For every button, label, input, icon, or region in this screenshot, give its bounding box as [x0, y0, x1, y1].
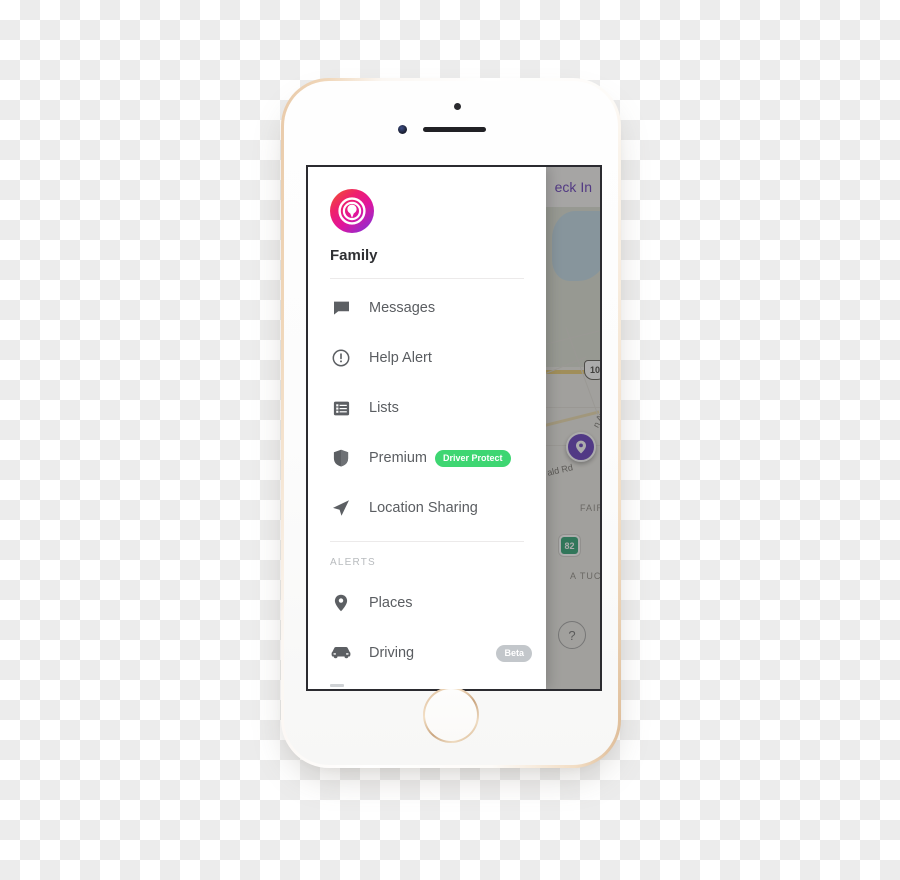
menu-item-driving[interactable]: Driving Beta [308, 628, 546, 678]
proximity-sensor-icon [398, 125, 407, 134]
driver-protect-badge: Driver Protect [435, 449, 511, 467]
front-camera-icon [454, 103, 461, 110]
shield-icon [330, 449, 352, 467]
map-water-area [552, 211, 600, 281]
exclamation-circle-icon [330, 349, 352, 367]
drawer-header: Family [308, 167, 546, 279]
menu-item-label: Driving [369, 645, 415, 661]
menu-item-premium[interactable]: Premium Driver Protect [308, 433, 546, 483]
map-pin-icon [330, 594, 352, 612]
menu-item-label: Places [369, 595, 413, 611]
alerts-menu-list: Places Driving Beta [308, 574, 546, 678]
car-icon [330, 646, 352, 660]
check-in-button[interactable]: eck In [555, 179, 592, 195]
navigation-arrow-icon [330, 499, 352, 517]
map-street-label: ald Rd [546, 462, 574, 478]
menu-item-partial-next [330, 684, 344, 687]
menu-item-label: Premium [369, 450, 428, 466]
menu-item-label: Help Alert [369, 350, 432, 366]
state-route-shield-icon: 82 [559, 535, 580, 556]
map-area-label: A TUC [570, 571, 600, 581]
menu-item-location-sharing[interactable]: Location Sharing [308, 483, 546, 533]
phone-screen: eck In 10 n Ave ald Rd FAI 82 A TUC ? Fa… [306, 165, 602, 691]
menu-item-label: Messages [369, 300, 436, 316]
family-name-label: Family [330, 247, 378, 264]
menu-item-help-alert[interactable]: Help Alert [308, 333, 546, 383]
beta-badge: Beta [496, 644, 532, 662]
phone-mockup: eck In 10 n Ave ald Rd FAI 82 A TUC ? Fa… [281, 78, 621, 768]
us-route-shield-icon: 10 [584, 360, 600, 380]
list-icon [330, 400, 352, 417]
navigation-drawer: Family Messages Help Alert Lists Premium… [308, 167, 546, 689]
phone-outer-frame: eck In 10 n Ave ald Rd FAI 82 A TUC ? Fa… [281, 78, 621, 768]
earpiece-speaker [423, 127, 486, 132]
map-area-label: FAIR [580, 503, 600, 513]
alerts-section-title: ALERTS [330, 557, 376, 568]
life360-logo-icon [330, 189, 374, 233]
location-marker-icon[interactable] [566, 432, 596, 462]
chat-bubble-icon [330, 300, 352, 317]
help-button[interactable]: ? [558, 621, 586, 649]
home-button[interactable] [423, 687, 479, 743]
menu-item-messages[interactable]: Messages [308, 283, 546, 333]
phone-front-face: eck In 10 n Ave ald Rd FAI 82 A TUC ? Fa… [284, 81, 618, 765]
primary-menu-list: Messages Help Alert Lists Premium Driver… [308, 279, 546, 533]
menu-item-lists[interactable]: Lists [308, 383, 546, 433]
menu-item-label: Lists [369, 400, 399, 416]
menu-item-label: Location Sharing [369, 500, 478, 516]
menu-item-places[interactable]: Places [308, 578, 546, 628]
